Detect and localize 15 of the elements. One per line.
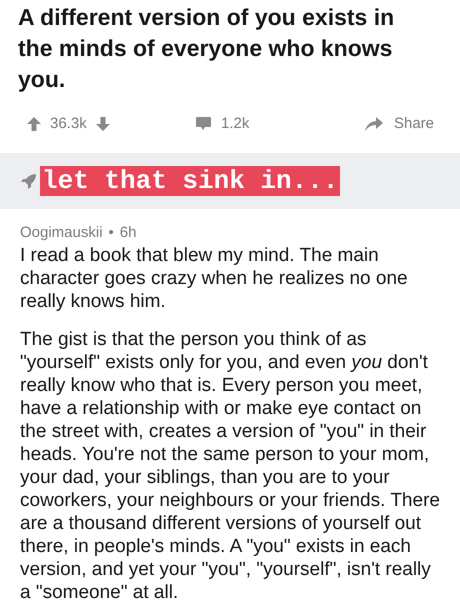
downvote-icon[interactable]: [94, 116, 111, 132]
comment-paragraph: The gist is that the person you think of as "yourself" exists only for you, and even you don't really know who that is. Every person you meet, have a relationship with or make eye contact on the street with, creates a version of "you" in their heads. You're not the same person to your mom, your dad, your siblings, than you are to your coworkers, your neighbours or your friends. There are a thousand different versions of yourself out there, in people's minds. A "you" exists in each version, and yet your "you", "yourself", isn't really a "someone" at all.: [20, 328, 441, 604]
share-button[interactable]: Share: [364, 112, 434, 136]
share-arrow-icon: [364, 116, 384, 132]
comment-author[interactable]: Oogimauskii: [20, 223, 103, 243]
comment-paragraph: I read a book that blew my mind. The main character goes crazy when he realizes no one really knows him.: [20, 244, 409, 313]
post-title: A different version of you exists in the minds of everyone who knows you.: [17, 3, 396, 94]
separator-dot: •: [108, 223, 114, 243]
comment-count: 1.2k: [220, 114, 250, 134]
comment-time: 6h: [120, 223, 136, 243]
rocket-icon: [20, 172, 38, 190]
comment-icon[interactable]: [194, 116, 212, 132]
vote-count: 36.3k: [50, 114, 87, 134]
flair-label: let that sink in...: [40, 166, 340, 196]
upvote-icon[interactable]: [26, 116, 42, 132]
